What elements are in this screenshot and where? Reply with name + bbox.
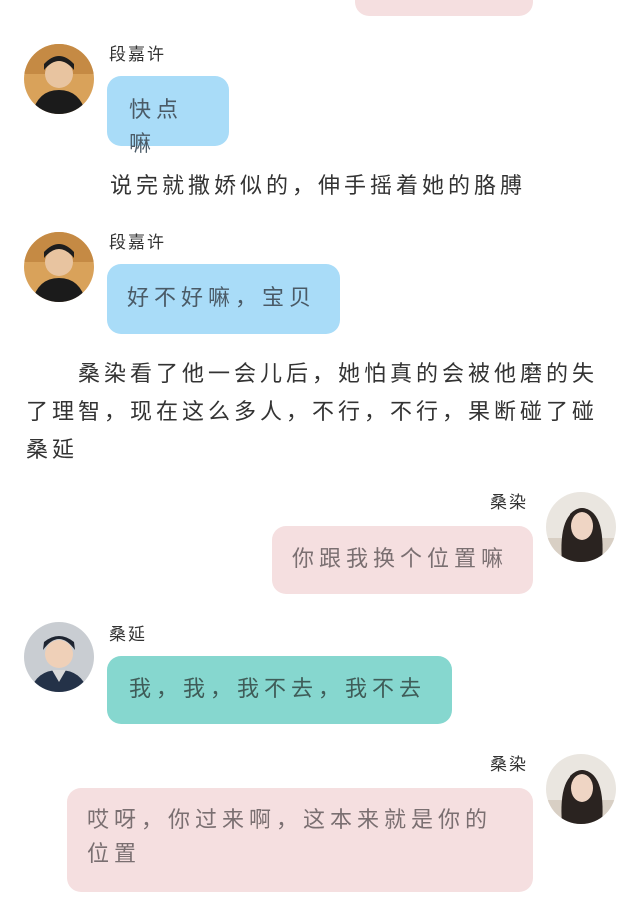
avatar-image bbox=[546, 754, 616, 824]
avatar-sang-ran[interactable] bbox=[546, 754, 616, 824]
message-bubble[interactable]: 好不好嘛，宝贝 bbox=[107, 264, 340, 334]
message-bubble[interactable]: 哎呀，你过来啊，这本来就是你的位置 bbox=[67, 788, 533, 892]
avatar-duan-jiaxu[interactable] bbox=[24, 232, 94, 302]
speaker-name: 段嘉许 bbox=[109, 233, 166, 253]
partial-message-bubble bbox=[355, 0, 533, 16]
avatar-sang-yan[interactable] bbox=[24, 622, 94, 692]
avatar-sang-ran[interactable] bbox=[546, 492, 616, 562]
message-text: 快点嘛 bbox=[129, 98, 184, 157]
message-text: 你跟我换个位置嘛 bbox=[292, 547, 509, 572]
speaker-name: 桑染 bbox=[490, 755, 528, 775]
narration-text: 桑染看了他一会儿后，她怕真的会被他磨的失了理智，现在这么多人，不行，不行，果断碰… bbox=[26, 362, 599, 463]
avatar-image bbox=[546, 492, 616, 562]
message-bubble[interactable]: 快点嘛 bbox=[107, 76, 229, 157]
speaker-name: 桑延 bbox=[109, 625, 147, 645]
avatar-image bbox=[24, 44, 94, 114]
message-bubble[interactable]: 我，我，我不去，我不去 bbox=[107, 656, 452, 724]
speaker-name: 段嘉许 bbox=[109, 45, 166, 65]
narration-text: 说完就撒娇似的，伸手摇着她的胳膊 bbox=[110, 174, 527, 199]
avatar-image bbox=[24, 622, 94, 692]
speaker-name: 桑染 bbox=[490, 493, 528, 513]
message-bubble[interactable]: 你跟我换个位置嘛 bbox=[272, 526, 533, 594]
message-text: 我，我，我不去，我不去 bbox=[129, 677, 427, 702]
avatar-duan-jiaxu[interactable] bbox=[24, 44, 94, 114]
avatar-image bbox=[24, 232, 94, 302]
message-text: 哎呀，你过来啊，这本来就是你的位置 bbox=[87, 808, 493, 867]
message-text: 好不好嘛，宝贝 bbox=[127, 286, 317, 311]
